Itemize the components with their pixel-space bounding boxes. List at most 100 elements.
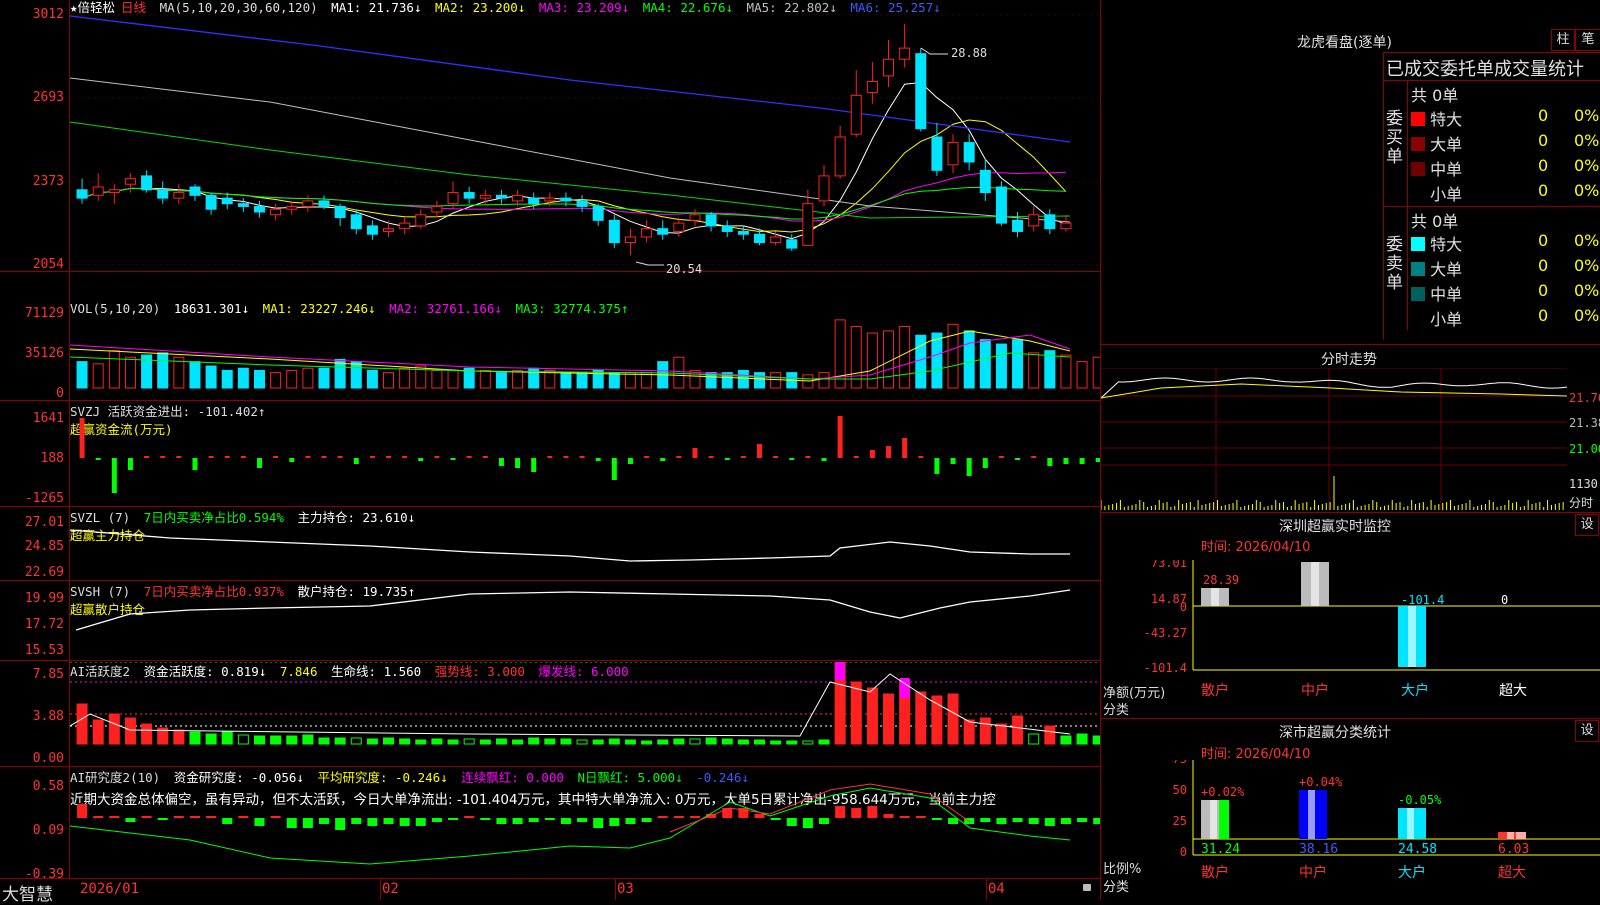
research-bar	[641, 818, 652, 822]
volume-bar	[157, 352, 169, 389]
candle-body	[979, 169, 991, 194]
activity-bar	[447, 739, 459, 745]
research-bar	[819, 818, 829, 824]
fund-flow-bar	[563, 456, 569, 458]
activity-bar	[1044, 725, 1056, 745]
activity-bar	[995, 723, 1007, 745]
buy-m-swatch	[1411, 162, 1425, 176]
candle-body	[237, 203, 249, 207]
ma30b-line	[70, 121, 1071, 219]
buy-pct-2: 0%	[1574, 156, 1600, 175]
candlestick-chart[interactable]	[70, 0, 1100, 271]
volume-bar	[350, 361, 362, 389]
activity-bar	[850, 681, 862, 745]
research-bar	[899, 816, 910, 818]
main-price-pane[interactable]: ★倍轻松 日线 MA(5,10,20,30,60,120) MA1: 21.736…	[0, 0, 1100, 276]
volume-bar	[221, 369, 233, 389]
ai-activity-pane[interactable]: AI活跃度2 资金活跃度: 0.819↓ 7.846 生命线: 1.560 强势…	[0, 662, 1100, 767]
candle-body	[92, 186, 104, 196]
x-label-1: 02	[382, 881, 399, 897]
volume-chart[interactable]	[70, 301, 1100, 400]
volume-bar	[512, 369, 524, 389]
activity-bar	[786, 740, 798, 745]
activity-bar	[528, 737, 540, 745]
candle-body	[915, 53, 927, 130]
sell-val-2: 0	[1538, 281, 1549, 300]
buy-row-1: 大单	[1411, 131, 1462, 155]
research-bar	[1028, 818, 1039, 824]
volume-bar	[608, 372, 620, 389]
volume-bar	[495, 372, 507, 389]
activity-bar	[415, 739, 427, 745]
tick-mode-button[interactable]: 笔	[1575, 29, 1600, 51]
candle-body	[850, 94, 862, 135]
volume-bar	[108, 350, 120, 389]
svzl-chart[interactable]	[70, 508, 1100, 580]
activity-bar	[108, 713, 120, 745]
sz-value: -101.4	[1401, 593, 1444, 607]
sz-bar-retail-shine	[1211, 588, 1219, 606]
activity-bar	[383, 737, 395, 745]
ai-research-chart[interactable]	[70, 768, 1100, 876]
sh-bar-edge	[1416, 808, 1426, 839]
chart-area[interactable]: ★倍轻松 日线 MA(5,10,20,30,60,120) MA1: 21.736…	[0, 0, 1100, 905]
intraday-chart[interactable]	[1101, 368, 1567, 510]
sh-bar-shine	[1407, 808, 1414, 839]
sh-axis-tick: 0	[1180, 845, 1187, 859]
activity-bar	[1028, 733, 1040, 745]
bar-mode-button[interactable]: 柱	[1551, 29, 1575, 51]
sell-row-2: 中单	[1411, 281, 1462, 305]
ai-research-pane[interactable]: AI研究度2(10) 资金研究度: -0.056↓ 平均研究度: -0.246↓…	[0, 768, 1100, 882]
research-bar	[1077, 818, 1088, 822]
fund-flow-bar	[869, 450, 875, 458]
research-bar	[302, 818, 313, 828]
sz-monitor-chart[interactable]: 73.0114.870-43.27-101.428.3973.01-101.40…	[1101, 560, 1600, 720]
research-bar	[1093, 818, 1100, 824]
ai-activity-chart[interactable]	[70, 662, 1100, 766]
activity-bar	[624, 739, 636, 745]
research-bar	[109, 816, 120, 818]
volume-pane[interactable]: VOL(5,10,20) 18631.301↓ MA1: 23227.246↓ …	[0, 301, 1100, 401]
svzj-pane[interactable]: SVZJ 活跃资金进出: -101.402↑ 超赢资金流(万元) 1641 18…	[0, 402, 1100, 507]
fund-flow-bar	[418, 458, 424, 461]
candle-body	[931, 136, 943, 171]
volume-bar	[124, 356, 136, 389]
candle-body	[157, 189, 169, 199]
candle-body	[770, 236, 782, 244]
research-bar	[770, 818, 781, 820]
sz-settings-button[interactable]: 设	[1575, 514, 1599, 536]
candle-body	[1028, 214, 1040, 227]
sell-s-swatch	[1411, 312, 1425, 326]
research-bar	[625, 818, 636, 824]
fenshi-vol-axis-1: 分时	[1569, 496, 1594, 510]
svsh-pane[interactable]: SVSH (7) 7日内买卖净占比0.937% 散户持仓: 19.735↑ 超赢…	[0, 582, 1100, 661]
fund-flow-bar	[127, 458, 133, 470]
sz-axis-tick: 73.01	[1151, 560, 1187, 570]
research-bar	[883, 814, 894, 818]
research-bar	[238, 816, 249, 818]
fund-flow-bar	[902, 438, 908, 458]
sell-row-3: 小单	[1411, 306, 1462, 330]
sh-stats-chart[interactable]: 75 50 25 0 +0.02% +0.04% -0.05% 31.24 38.16 24.58…	[1101, 760, 1600, 900]
fund-flow-bar	[353, 458, 359, 464]
activity-bar	[979, 717, 991, 745]
candle-body	[350, 214, 362, 230]
candle-body	[544, 197, 556, 202]
research-bar	[319, 818, 329, 824]
sh-settings-button[interactable]: 设	[1575, 720, 1599, 742]
volume-bar	[1076, 361, 1088, 389]
research-red-line	[669, 783, 971, 833]
svzl-axis-2: 22.69	[24, 565, 64, 580]
sell-m-swatch	[1411, 287, 1425, 301]
candle-body	[560, 197, 572, 202]
research-bar	[996, 818, 1007, 824]
svzl-pane[interactable]: SVZL (7) 7日内买卖净占比0.594% 主力持仓: 23.610↓ 超赢…	[0, 508, 1100, 581]
activity-bar	[915, 691, 927, 745]
svzj-chart[interactable]	[70, 402, 1100, 506]
lock-icon[interactable]	[1083, 884, 1091, 891]
svsh-chart[interactable]	[70, 582, 1100, 660]
sell-val-0: 0	[1538, 231, 1549, 250]
svzj-axis-2: -1265	[24, 491, 64, 506]
svsh-axis-2: 15.53	[24, 643, 64, 658]
right-panel: 龙虎看盘(逐单) 柱 笔 已成交委托单成交量统计 委买单 共 0单 特大 大单 …	[1101, 0, 1600, 900]
